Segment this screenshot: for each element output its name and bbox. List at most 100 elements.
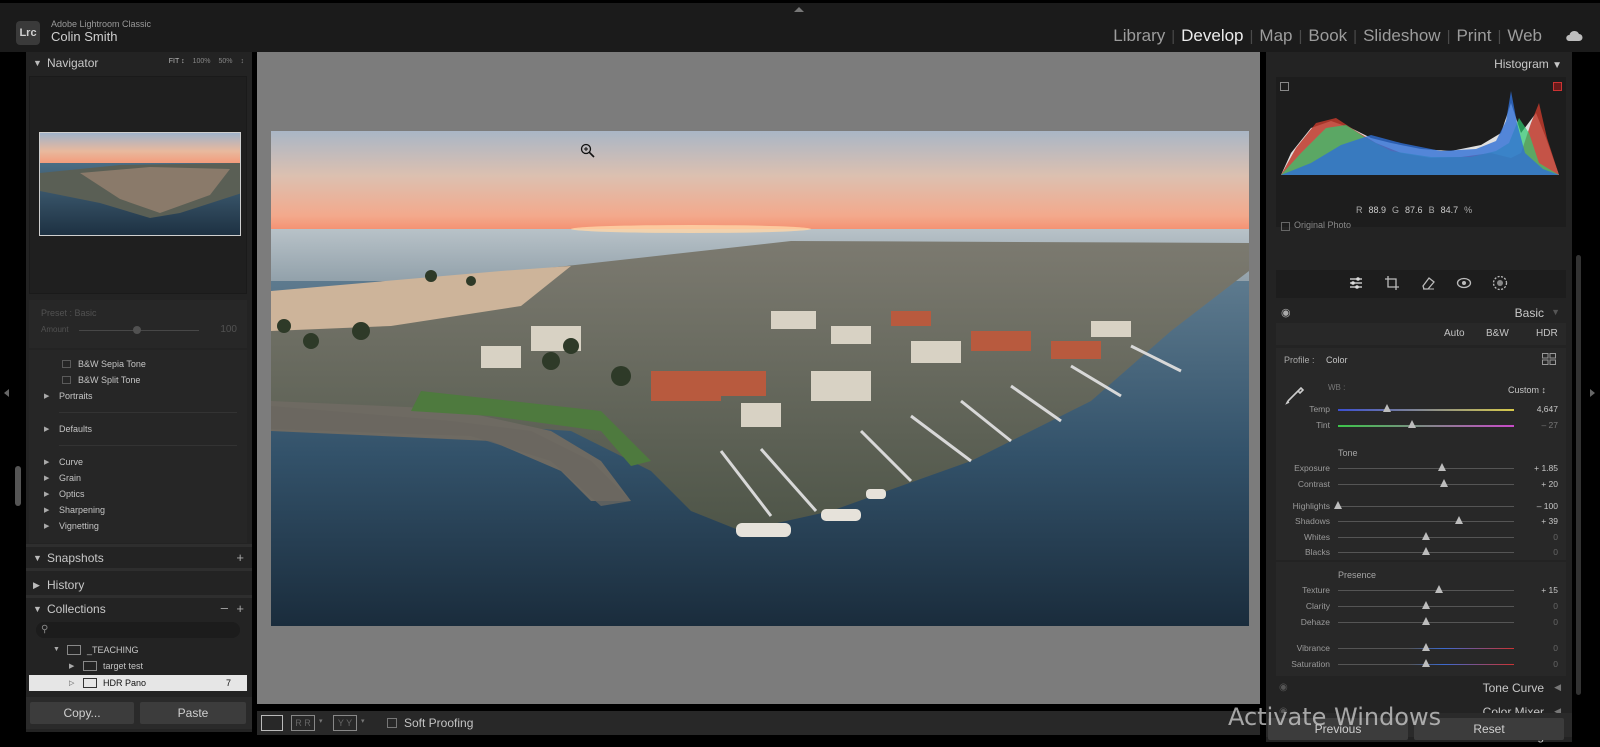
module-map[interactable]: Map bbox=[1253, 26, 1298, 46]
zoom-custom[interactable]: ↕ bbox=[241, 58, 245, 65]
left-panel-toggle-icon[interactable] bbox=[4, 389, 9, 397]
slider-knob[interactable] bbox=[1422, 617, 1430, 625]
slider-knob[interactable] bbox=[1422, 532, 1430, 540]
slider-contrast[interactable]: Contrast + 20 bbox=[1276, 478, 1566, 492]
slider-value[interactable]: 0 bbox=[1553, 532, 1558, 542]
wb-dropdown[interactable]: Custom ↕ bbox=[1508, 385, 1546, 395]
slider-track[interactable] bbox=[1338, 468, 1514, 469]
slider-knob[interactable] bbox=[1422, 659, 1430, 667]
slider-vibrance[interactable]: Vibrance 0 bbox=[1276, 642, 1566, 656]
slider-saturation[interactable]: Saturation 0 bbox=[1276, 658, 1566, 672]
collections-search-input[interactable]: ⚲ bbox=[36, 622, 240, 638]
main-photo[interactable] bbox=[271, 131, 1249, 626]
left-scrollbar[interactable] bbox=[15, 466, 21, 506]
slider-value[interactable]: + 39 bbox=[1541, 516, 1558, 526]
slider-value[interactable]: 0 bbox=[1553, 601, 1558, 611]
collection-set-teaching[interactable]: ▼ _TEACHING bbox=[29, 642, 247, 658]
amount-slider-knob[interactable] bbox=[133, 326, 141, 334]
loupe-view-icon[interactable] bbox=[261, 715, 283, 731]
slider-knob[interactable] bbox=[1435, 585, 1444, 593]
auto-button[interactable]: Auto bbox=[1444, 328, 1465, 339]
add-collection-icon[interactable]: + bbox=[236, 601, 244, 616]
slider-knob[interactable] bbox=[1422, 643, 1430, 651]
copy-button[interactable]: Copy... bbox=[30, 702, 134, 724]
histogram-header[interactable]: Histogram ▼ bbox=[1494, 57, 1562, 71]
slider-track[interactable] bbox=[1338, 590, 1514, 591]
collection-hdr-pano[interactable]: ▷ HDR Pano 7 bbox=[29, 675, 247, 691]
zoom-50[interactable]: 50% bbox=[218, 58, 232, 65]
eye-icon[interactable]: ◉ bbox=[1281, 306, 1291, 319]
hdr-button[interactable]: HDR bbox=[1536, 328, 1558, 339]
slider-clarity[interactable]: Clarity 0 bbox=[1276, 600, 1566, 614]
collection-target-test[interactable]: ▶ target test bbox=[29, 658, 247, 674]
slider-value[interactable]: 0 bbox=[1553, 643, 1558, 653]
slider-track[interactable] bbox=[1338, 425, 1514, 427]
cloud-sync-icon[interactable] bbox=[1564, 29, 1584, 43]
slider-value[interactable]: 4,647 bbox=[1537, 404, 1558, 414]
bw-button[interactable]: B&W bbox=[1486, 328, 1509, 339]
zoom-100[interactable]: 100% bbox=[193, 58, 211, 65]
module-book[interactable]: Book bbox=[1302, 26, 1353, 46]
remove-collection-icon[interactable]: – bbox=[221, 600, 228, 615]
edit-sliders-icon[interactable] bbox=[1348, 275, 1364, 291]
healing-eraser-icon[interactable] bbox=[1420, 275, 1436, 291]
navigator-preview[interactable] bbox=[29, 76, 247, 294]
slider-value[interactable]: 0 bbox=[1553, 659, 1558, 669]
slider-knob[interactable] bbox=[1455, 516, 1464, 524]
module-develop[interactable]: Develop bbox=[1175, 26, 1249, 46]
slider-value[interactable]: + 1.85 bbox=[1534, 463, 1558, 473]
slider-knob[interactable] bbox=[1334, 501, 1342, 509]
history-header[interactable]: ▶ History bbox=[26, 574, 252, 596]
before-after-lr-icon[interactable]: R R bbox=[291, 715, 315, 731]
slider-knob[interactable] bbox=[1407, 420, 1416, 428]
slider-temp[interactable]: Temp 4,647 bbox=[1276, 403, 1566, 417]
slider-value[interactable]: + 20 bbox=[1541, 479, 1558, 489]
slider-track[interactable] bbox=[1338, 484, 1514, 485]
tone-curve-panel-header[interactable]: ◉ Tone Curve ◀ bbox=[1276, 678, 1566, 698]
right-panel-toggle-icon[interactable] bbox=[1590, 389, 1595, 397]
slider-texture[interactable]: Texture + 15 bbox=[1276, 584, 1566, 598]
profile-dropdown[interactable]: Color bbox=[1326, 355, 1348, 365]
slider-knob[interactable] bbox=[1422, 601, 1430, 609]
right-scrollbar[interactable] bbox=[1576, 255, 1581, 695]
slider-value[interactable]: – 100 bbox=[1537, 501, 1558, 511]
slider-track[interactable] bbox=[1338, 409, 1514, 411]
slider-value[interactable]: – 27 bbox=[1541, 420, 1558, 430]
slider-value[interactable]: + 15 bbox=[1541, 585, 1558, 595]
slider-value[interactable]: 0 bbox=[1553, 547, 1558, 557]
slider-whites[interactable]: Whites 0 bbox=[1276, 531, 1566, 545]
chevron-down-icon[interactable]: ▾ bbox=[319, 717, 323, 725]
slider-exposure[interactable]: Exposure + 1.85 bbox=[1276, 462, 1566, 476]
chevron-down-icon[interactable]: ▾ bbox=[361, 717, 365, 725]
slider-blacks[interactable]: Blacks 0 bbox=[1276, 546, 1566, 560]
masking-icon[interactable] bbox=[1492, 275, 1508, 291]
eyedropper-icon[interactable] bbox=[1284, 381, 1308, 405]
slider-track[interactable] bbox=[1338, 521, 1514, 522]
add-snapshot-icon[interactable]: + bbox=[236, 550, 244, 565]
soft-proofing-checkbox[interactable] bbox=[387, 718, 397, 728]
collapse-top-panel-icon[interactable] bbox=[794, 7, 804, 12]
slider-shadows[interactable]: Shadows + 39 bbox=[1276, 515, 1566, 529]
module-slideshow[interactable]: Slideshow bbox=[1357, 26, 1447, 46]
crop-icon[interactable] bbox=[1384, 275, 1400, 291]
slider-track[interactable] bbox=[1338, 506, 1514, 507]
module-library[interactable]: Library bbox=[1107, 26, 1171, 46]
slider-knob[interactable] bbox=[1439, 479, 1448, 487]
zoom-fit[interactable]: FIT ↕ bbox=[169, 58, 185, 65]
navigator-thumbnail[interactable] bbox=[39, 132, 241, 236]
eye-icon[interactable]: ◉ bbox=[1279, 682, 1288, 693]
slider-tint[interactable]: Tint – 27 bbox=[1276, 419, 1566, 433]
original-photo-checkbox[interactable] bbox=[1281, 222, 1290, 231]
slider-highlights[interactable]: Highlights – 100 bbox=[1276, 500, 1566, 514]
snapshots-header[interactable]: ▼ Snapshots + bbox=[26, 547, 252, 569]
navigator-header[interactable]: ▼ Navigator FIT ↕ 100% 50% ↕ bbox=[26, 52, 252, 74]
slider-dehaze[interactable]: Dehaze 0 bbox=[1276, 616, 1566, 630]
slider-knob[interactable] bbox=[1422, 547, 1430, 555]
basic-panel-header[interactable]: ◉ Basic ▼ bbox=[1276, 304, 1566, 322]
paste-button[interactable]: Paste bbox=[140, 702, 246, 724]
profile-browser-icon[interactable] bbox=[1542, 353, 1556, 365]
slider-knob[interactable] bbox=[1383, 404, 1392, 412]
before-after-yy-icon[interactable]: Y Y bbox=[333, 715, 357, 731]
red-eye-icon[interactable] bbox=[1456, 275, 1472, 291]
histogram-graph[interactable] bbox=[1281, 83, 1559, 175]
